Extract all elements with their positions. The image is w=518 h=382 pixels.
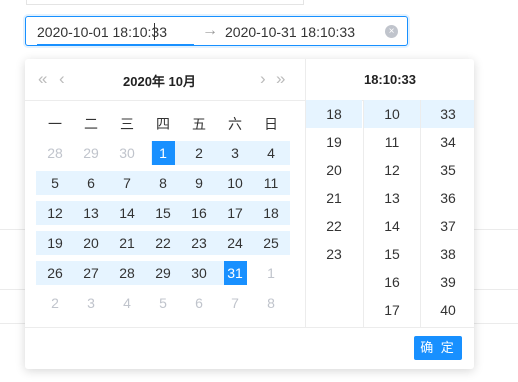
day-cell[interactable]: 27 [73,261,109,285]
minute-option[interactable]: 11 [364,128,420,156]
prev-year-icon[interactable]: « [38,69,47,89]
time-title: 18:10:33 [363,72,417,87]
day-cell-selected-end[interactable]: 31 [217,261,253,285]
minute-option[interactable]: 13 [364,184,420,212]
next-year-icon[interactable]: » [276,69,285,89]
second-option[interactable]: 35 [421,156,474,184]
day-cell[interactable]: 15 [145,201,181,225]
minute-option-selected[interactable]: 10 [364,100,420,128]
day-cell[interactable]: 14 [109,201,145,225]
second-option[interactable]: 38 [421,240,474,268]
weekday-label: 四 [156,116,170,132]
weekday-label: 日 [264,116,278,132]
second-option[interactable]: 40 [421,296,474,324]
day-number: 31 [223,261,247,285]
day-cell[interactable]: 12 [37,201,73,225]
second-option[interactable]: 34 [421,128,474,156]
day-cell[interactable]: 30 [181,261,217,285]
day-cell[interactable]: 25 [253,231,289,255]
day-cell[interactable]: 16 [181,201,217,225]
day-cell[interactable]: 20 [73,231,109,255]
active-field-indicator [37,44,194,46]
datetime-picker-popup: « ‹ 2020年 10月 › » 18:10:33 一二三四五六日 28 29 3… [25,59,474,369]
hour-option[interactable]: 22 [306,212,362,240]
hour-option-selected[interactable]: 18 [306,100,362,128]
day-cell[interactable]: 26 [37,261,73,285]
hour-option[interactable]: 20 [306,156,362,184]
text-caret [154,23,155,40]
calendar-header: « ‹ 2020年 10月 › » 18:10:33 [25,59,474,101]
day-cell[interactable]: 2 [181,141,217,165]
background-panel [26,0,304,5]
day-cell[interactable]: 30 [109,141,145,165]
day-cell[interactable]: 3 [73,291,109,315]
arrow-right-icon: → [202,22,218,39]
day-cell[interactable]: 9 [181,171,217,195]
day-cell[interactable]: 19 [37,231,73,255]
second-option[interactable]: 37 [421,212,474,240]
day-cell[interactable]: 23 [181,231,217,255]
hour-option[interactable]: 19 [306,128,362,156]
day-cell[interactable]: 4 [253,141,289,165]
minute-option[interactable]: 14 [364,212,420,240]
day-cell[interactable]: 3 [217,141,253,165]
minute-column[interactable]: 10 11 12 13 14 15 16 17 [363,100,420,327]
weekday-label: 三 [120,116,134,132]
hour-column[interactable]: 18 19 20 21 22 23 [306,100,362,327]
next-month-icon[interactable]: › [260,69,266,89]
hour-option[interactable]: 21 [306,184,362,212]
day-cell[interactable]: 10 [217,171,253,195]
day-cell[interactable]: 8 [145,171,181,195]
day-cell[interactable]: 4 [109,291,145,315]
day-cell[interactable]: 5 [37,171,73,195]
end-datetime-field[interactable]: 2020-10-31 18:10:33 [225,24,355,40]
day-number: 1 [151,141,175,165]
weekday-label: 二 [84,116,98,132]
day-cell[interactable]: 13 [73,201,109,225]
date-range-input[interactable]: 2020-10-01 18:10:33 → 2020-10-31 18:10:3… [25,16,408,46]
second-option-selected[interactable]: 33 [421,100,474,128]
second-column[interactable]: 33 34 35 36 37 38 39 40 [420,100,474,327]
day-cell[interactable]: 7 [217,291,253,315]
day-cell[interactable]: 21 [109,231,145,255]
day-cell[interactable]: 28 [37,141,73,165]
day-cell[interactable]: 29 [73,141,109,165]
day-cell-selected-start[interactable]: 1 [145,141,181,165]
day-cell[interactable]: 6 [181,291,217,315]
weekday-label: 六 [228,116,242,132]
minute-option[interactable]: 15 [364,240,420,268]
footer-divider [25,327,474,328]
day-cell[interactable]: 24 [217,231,253,255]
ok-button[interactable]: 确 定 [414,336,462,360]
minute-option[interactable]: 12 [364,156,420,184]
day-cell[interactable]: 7 [109,171,145,195]
start-datetime-field[interactable]: 2020-10-01 18:10:33 [37,24,167,40]
day-cell[interactable]: 28 [109,261,145,285]
hour-option[interactable]: 23 [306,240,362,268]
weekday-label: 五 [192,116,206,132]
year-month-label[interactable]: 2020年 10月 [123,71,196,90]
clear-icon[interactable]: × [385,25,398,38]
day-cell[interactable]: 8 [253,291,289,315]
second-option[interactable]: 36 [421,184,474,212]
day-cell[interactable]: 18 [253,201,289,225]
day-cell[interactable]: 11 [253,171,289,195]
day-cell[interactable]: 29 [145,261,181,285]
day-cell[interactable]: 17 [217,201,253,225]
weekday-label: 一 [48,116,62,132]
prev-month-icon[interactable]: ‹ [59,69,65,89]
day-cell[interactable]: 6 [73,171,109,195]
day-cell[interactable]: 2 [37,291,73,315]
day-cell[interactable]: 22 [145,231,181,255]
day-cell[interactable]: 5 [145,291,181,315]
minute-option[interactable]: 16 [364,268,420,296]
minute-option[interactable]: 17 [364,296,420,324]
second-option[interactable]: 39 [421,268,474,296]
day-cell[interactable]: 1 [253,261,289,285]
